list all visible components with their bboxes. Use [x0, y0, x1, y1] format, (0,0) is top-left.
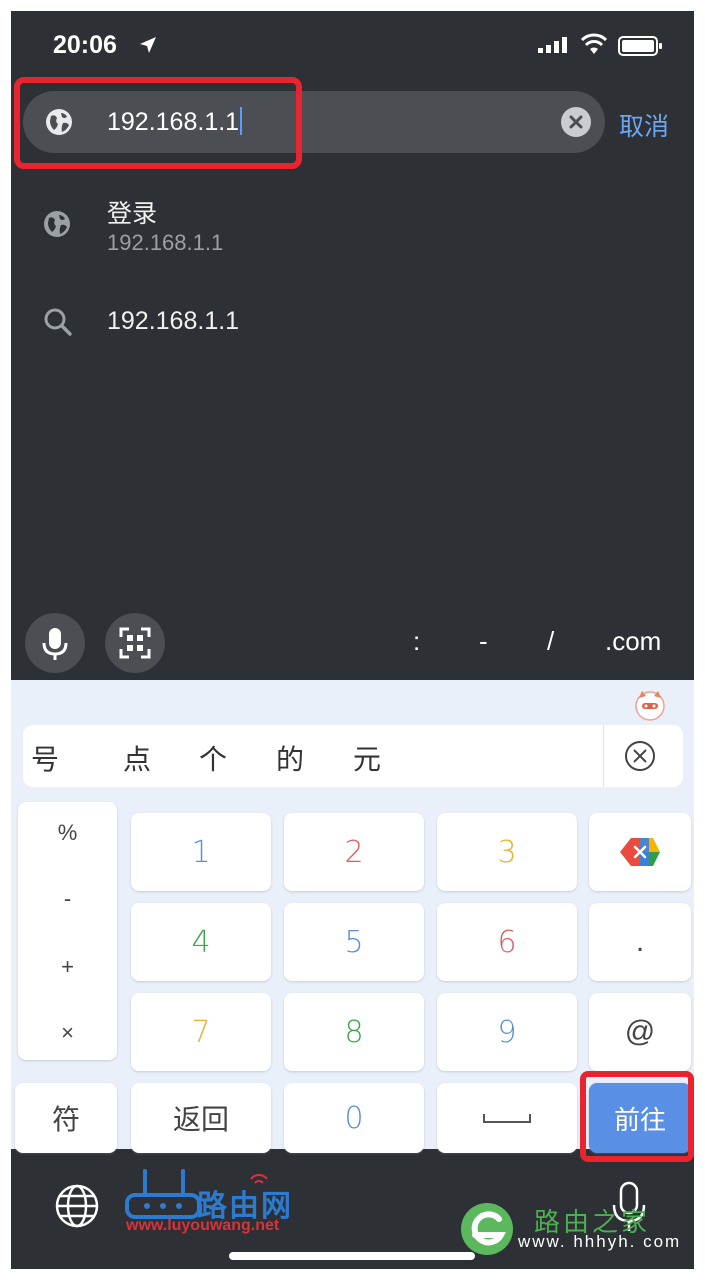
globe-icon	[44, 211, 70, 237]
back-key[interactable]: 返回	[131, 1083, 271, 1153]
dash-key[interactable]: -	[479, 626, 488, 657]
candidate-word[interactable]: 元	[353, 738, 381, 778]
candidate-word[interactable]: 个	[199, 738, 227, 778]
highlight-box-go	[580, 1071, 694, 1162]
key-5[interactable]: 5	[284, 903, 424, 981]
at-key[interactable]: @	[589, 993, 691, 1071]
cancel-button[interactable]: 取消	[619, 107, 669, 143]
cellular-signal-icon	[538, 37, 567, 53]
keyboard-accessory-bar: : - / .com	[11, 608, 694, 680]
suggestion-title: 登录	[107, 200, 158, 228]
plus-key[interactable]: +	[18, 954, 117, 980]
key-6[interactable]: 6	[437, 903, 577, 981]
minus-key[interactable]: -	[18, 886, 117, 912]
key-1[interactable]: 1	[131, 813, 271, 891]
clear-url-button[interactable]	[561, 107, 591, 137]
multiply-key[interactable]: ×	[18, 1020, 117, 1046]
search-icon	[44, 308, 72, 336]
space-icon	[483, 1114, 531, 1123]
candidate-word[interactable]: 的	[276, 738, 304, 778]
key-7[interactable]: 7	[131, 993, 271, 1071]
microphone-icon	[42, 628, 68, 660]
home-indicator[interactable]	[229, 1252, 475, 1260]
suggestion-item-login[interactable]: 登录 192.168.1.1	[11, 187, 694, 277]
dotcom-key[interactable]: .com	[605, 626, 661, 657]
candidate-bar: 号 点 个 的 元	[23, 725, 683, 787]
candidate-word[interactable]: 号	[31, 738, 59, 778]
qr-scan-button[interactable]	[105, 613, 165, 673]
key-3[interactable]: 3	[437, 813, 577, 891]
key-4[interactable]: 4	[131, 903, 271, 981]
symbols-key[interactable]: 符	[15, 1083, 117, 1153]
close-candidates-button[interactable]	[603, 725, 683, 787]
keyboard-switch-globe-icon[interactable]	[54, 1183, 100, 1229]
qr-scan-icon	[119, 627, 151, 659]
backspace-key[interactable]	[589, 813, 691, 891]
wifi-icon	[581, 33, 607, 54]
location-arrow-icon	[140, 37, 156, 53]
candidate-word[interactable]: 点	[123, 738, 151, 778]
colon-key[interactable]: :	[413, 626, 420, 657]
symbol-column[interactable]: % - + ×	[18, 802, 117, 1060]
close-icon	[569, 115, 583, 129]
numeric-keyboard: 号 点 个 的 元 % - + × 1 2 3 4 5 6 . 7 8 9 @ …	[11, 680, 694, 1162]
suggestion-title: 192.168.1.1	[107, 307, 240, 335]
key-9[interactable]: 9	[437, 993, 577, 1071]
close-circle-icon	[625, 741, 655, 771]
slash-key[interactable]: /	[547, 626, 554, 657]
hhhyh-url: www. hhhyh. com	[518, 1232, 682, 1251]
suggestion-item-search[interactable]: 192.168.1.1	[11, 291, 694, 361]
hhhyh-e-logo	[461, 1203, 513, 1255]
dot-key[interactable]: .	[589, 903, 691, 981]
suggestion-subtitle: 192.168.1.1	[107, 230, 224, 255]
key-8[interactable]: 8	[284, 993, 424, 1071]
luyouwang-url: www.luyouwang.net	[126, 1217, 280, 1234]
battery-icon	[618, 36, 662, 56]
backspace-icon	[620, 838, 660, 866]
status-time: 20:06	[53, 31, 117, 59]
key-2[interactable]: 2	[284, 813, 424, 891]
highlight-box-url	[14, 77, 302, 169]
key-0[interactable]: 0	[284, 1083, 424, 1153]
ime-mascot-icon[interactable]	[633, 688, 667, 722]
percent-key[interactable]: %	[18, 820, 117, 846]
space-key[interactable]	[437, 1083, 577, 1153]
phone-screen: 20:06 192.168.1.1 取消 登录 192.168.1.1 192.…	[11, 11, 694, 1269]
voice-search-button[interactable]	[25, 613, 85, 673]
